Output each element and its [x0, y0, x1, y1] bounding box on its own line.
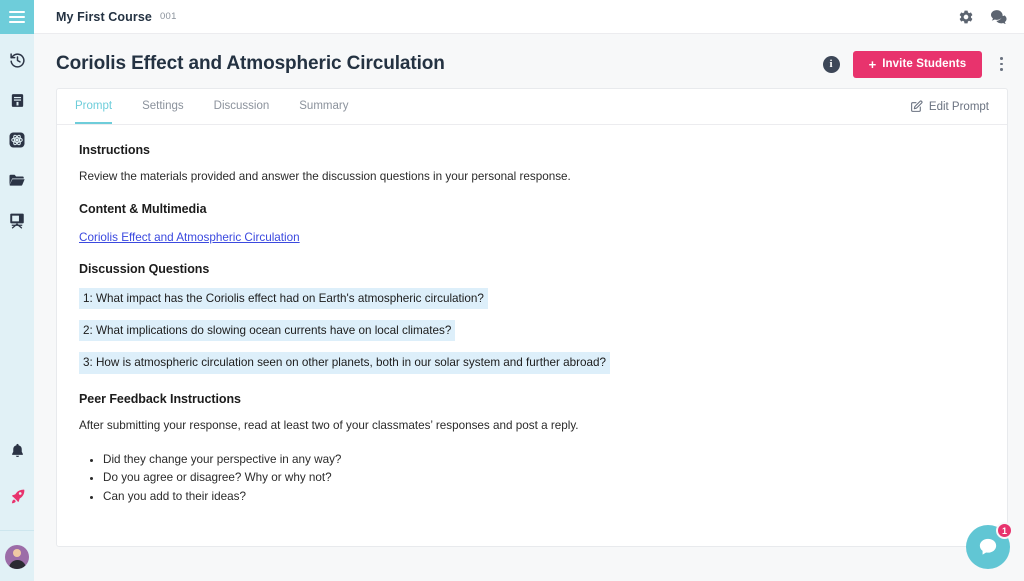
avatar-head [13, 549, 21, 557]
question-row: 1: What impact has the Coriolis effect h… [79, 287, 985, 320]
atom-icon [9, 132, 25, 148]
sidebar-item-files[interactable] [5, 168, 29, 192]
settings-button[interactable] [958, 9, 974, 25]
sidebar-item-library[interactable] [5, 88, 29, 112]
chat-bubbles-icon [991, 9, 1007, 24]
invite-students-button[interactable]: + Invite Students [852, 50, 983, 78]
book-icon [11, 93, 23, 107]
left-sidebar [0, 0, 34, 581]
chat-unread-badge: 1 [996, 522, 1013, 539]
instructions-heading: Instructions [79, 143, 150, 157]
content-link[interactable]: Coriolis Effect and Atmospheric Circulat… [79, 231, 300, 244]
tab-prompt[interactable]: Prompt [75, 100, 113, 124]
sidebar-item-science[interactable] [5, 128, 29, 152]
user-avatar[interactable] [5, 545, 29, 569]
instructions-text: Review the materials provided and answer… [79, 170, 571, 183]
kebab-dot [1000, 62, 1003, 66]
question-row: 2: What implications do slowing ocean cu… [79, 320, 985, 352]
pencil-square-icon [911, 100, 923, 112]
info-icon[interactable]: i [822, 55, 840, 73]
presentation-easel-icon [10, 213, 24, 229]
chat-widget-button[interactable]: 1 [966, 522, 1013, 569]
gear-icon [959, 10, 973, 23]
top-bar: My First Course 001 [34, 0, 1024, 34]
folder-icon [9, 174, 25, 186]
prompt-card: Prompt Settings Discussion Summary Edit … [56, 88, 1008, 547]
content-multimedia-heading: Content & Multimedia [79, 201, 207, 216]
discussion-question-2: 2: What implications do slowing ocean cu… [79, 320, 456, 342]
more-options-button[interactable] [995, 53, 1008, 74]
history-clock-icon [9, 52, 25, 68]
sidebar-item-history[interactable] [5, 48, 29, 72]
peer-feedback-list: Did they change your perspective in any … [103, 451, 985, 506]
edit-prompt-label: Edit Prompt [928, 100, 989, 113]
sidebar-item-classroom[interactable] [5, 208, 29, 232]
list-item: Can you add to their ideas? [103, 488, 985, 506]
course-name: My First Course [56, 9, 152, 24]
sidebar-nav [5, 34, 29, 232]
hamburger-menu-button[interactable] [0, 0, 34, 34]
tab-bar: Prompt Settings Discussion Summary Edit … [57, 89, 1007, 125]
plus-icon: + [868, 56, 877, 72]
bell-icon [11, 443, 23, 457]
main-area: Coriolis Effect and Atmospheric Circulat… [34, 34, 1024, 581]
page-header-actions: i + Invite Students [822, 50, 1008, 78]
discussion-question-1: 1: What impact has the Coriolis effect h… [79, 287, 488, 310]
rocket-icon [11, 489, 24, 503]
sidebar-item-launch[interactable] [5, 484, 29, 508]
tab-summary[interactable]: Summary [299, 100, 348, 124]
tab-discussion[interactable]: Discussion [214, 100, 270, 124]
question-row: 3: How is atmospheric circulation seen o… [79, 352, 985, 384]
invite-students-label: Invite Students [882, 58, 967, 70]
discussion-question-3: 3: How is atmospheric circulation seen o… [79, 352, 610, 374]
list-item: Did they change your perspective in any … [103, 451, 985, 469]
avatar-body [8, 560, 26, 569]
right-column: My First Course 001 Coriolis Effect and … [34, 0, 1024, 581]
sidebar-bottom [0, 438, 34, 581]
app-root: My First Course 001 Coriolis Effect and … [0, 0, 1024, 581]
page-header: Coriolis Effect and Atmospheric Circulat… [56, 34, 1008, 88]
kebab-dot [1000, 67, 1003, 71]
list-item: Do you agree or disagree? Why or why not… [103, 469, 985, 487]
topbar-icons [958, 9, 1008, 25]
tab-settings[interactable]: Settings [142, 100, 184, 124]
page-title: Coriolis Effect and Atmospheric Circulat… [56, 53, 445, 74]
kebab-dot [1000, 57, 1003, 61]
prompt-body: Instructions Review the materials provid… [57, 125, 1007, 506]
course-code: 001 [159, 11, 177, 22]
edit-prompt-button[interactable]: Edit Prompt [910, 100, 989, 113]
hamburger-menu-icon [9, 11, 25, 23]
discussion-questions-heading: Discussion Questions [79, 261, 210, 276]
sidebar-item-notifications[interactable] [5, 438, 29, 462]
messages-button[interactable] [990, 9, 1008, 25]
chat-bubble-icon [979, 538, 997, 555]
peer-feedback-heading: Peer Feedback Instructions [79, 391, 241, 406]
sidebar-divider [0, 530, 34, 531]
peer-feedback-text: After submitting your response, read at … [79, 418, 579, 432]
